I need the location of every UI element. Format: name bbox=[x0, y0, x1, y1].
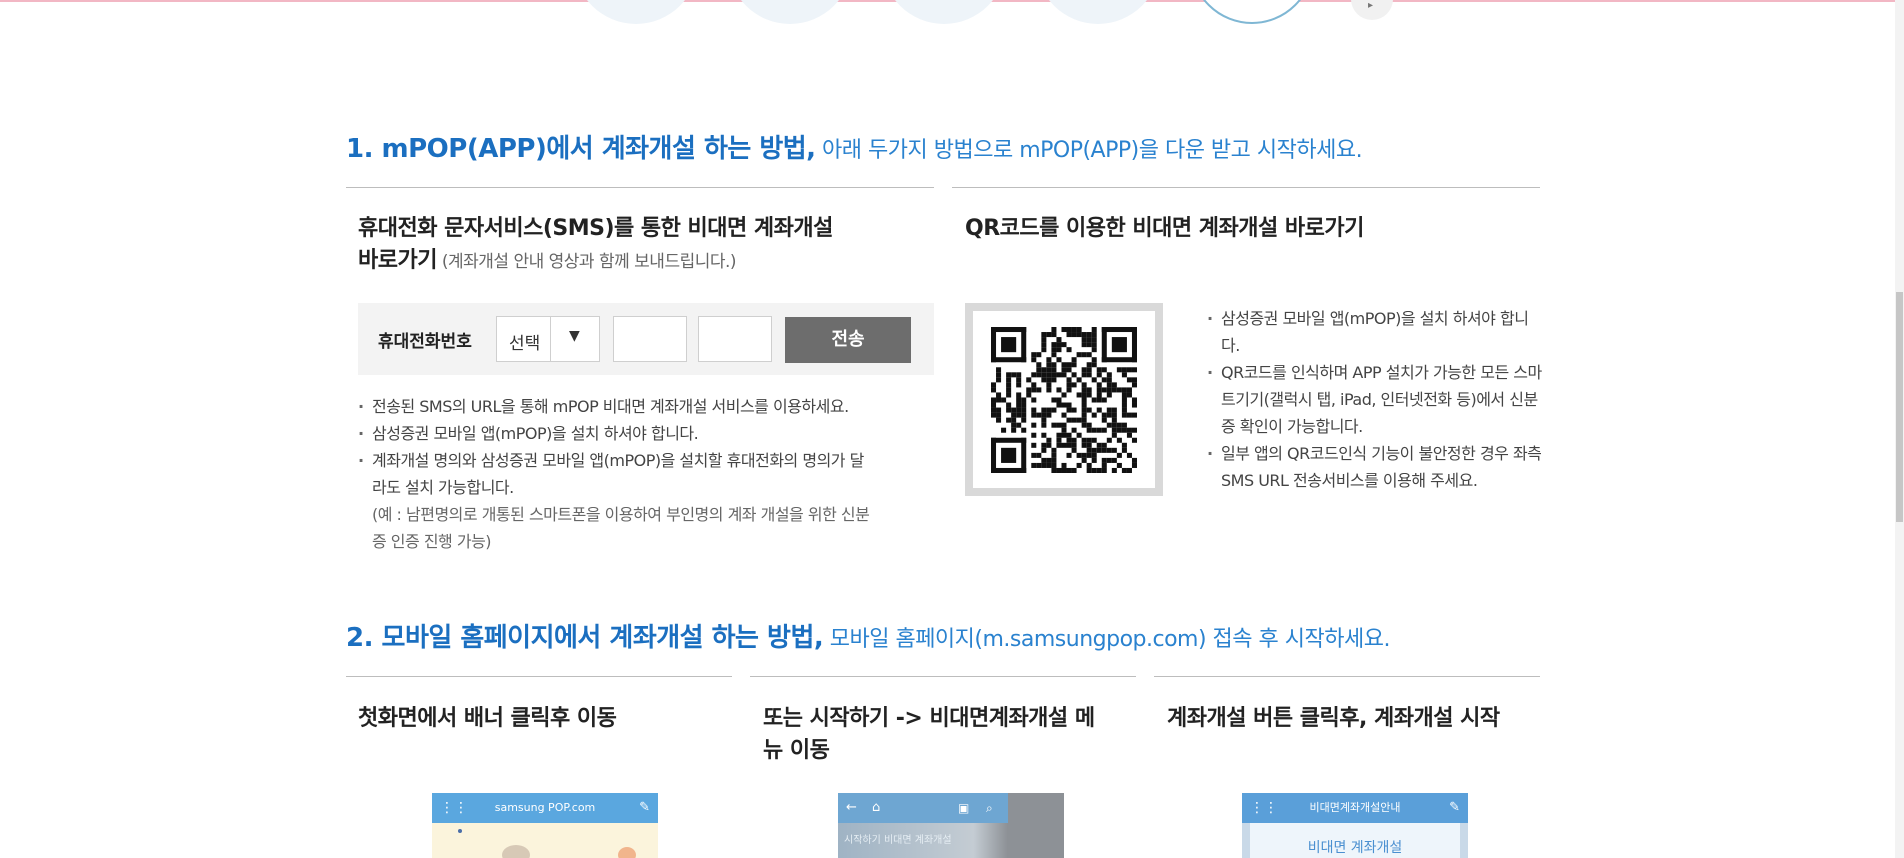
sms-panel-title: 휴대전화 문자서비스(SMS)를 통한 비대면 계좌개설 바로가기 (계좌개설 … bbox=[358, 213, 918, 278]
divider bbox=[346, 676, 732, 677]
grid-menu-icon: ⋮⋮ bbox=[440, 800, 468, 816]
section-2-subtitle: 모바일 홈페이지(m.samsungpop.com) 접속 후 시작하세요. bbox=[823, 627, 1391, 652]
sms-title-line2: 바로가기 bbox=[358, 248, 437, 273]
section-2-title: 2. 모바일 홈페이지에서 계좌개설 하는 방법, 모바일 홈페이지(m.sam… bbox=[346, 617, 1390, 654]
divider bbox=[1154, 676, 1540, 677]
step-indicator: ▸ bbox=[0, 0, 1904, 40]
search-icon: ⌕ bbox=[986, 801, 993, 815]
step-circle-active[interactable] bbox=[1190, 0, 1314, 24]
sms-send-form: 휴대전화번호 선택 ▼ 전송 bbox=[358, 303, 934, 375]
preview-page-title: 비대면계좌개설안내 bbox=[1309, 801, 1401, 814]
preview-heading: 비대면 계좌개설 bbox=[1307, 840, 1403, 856]
edit-icon: ✎ bbox=[639, 800, 650, 815]
phone-middle-input[interactable] bbox=[613, 316, 687, 362]
step-circle[interactable] bbox=[574, 0, 698, 24]
column-1-title: 첫화면에서 배너 클릭후 이동 bbox=[358, 706, 617, 731]
send-button[interactable]: 전송 bbox=[785, 317, 911, 363]
select-arrow[interactable]: ▼ bbox=[550, 317, 599, 361]
qr-code-frame bbox=[965, 303, 1163, 496]
back-arrow-icon: ← bbox=[846, 800, 857, 815]
carrier-select[interactable]: 선택 ▼ bbox=[496, 316, 600, 362]
qr-panel-title: QR코드를 이용한 비대면 계좌개설 바로가기 bbox=[965, 213, 1364, 245]
chevron-right-icon: ▸ bbox=[1368, 0, 1374, 11]
list-item: 일부 앱의 QR코드인식 기능이 불안정한 경우 좌측 SMS URL 전송서비… bbox=[1207, 440, 1545, 494]
step-circle[interactable] bbox=[1036, 0, 1160, 24]
preview-brand-text: samsung POP.com bbox=[494, 801, 596, 814]
list-item-text: 계좌개설 명의와 삼성증권 모바일 앱(mPOP)을 설치할 휴대전화의 명의가… bbox=[372, 451, 864, 497]
scrollbar-thumb[interactable] bbox=[1896, 292, 1903, 522]
list-item: 삼성증권 모바일 앱(mPOP)을 설치 하셔야 합니다. bbox=[1207, 305, 1545, 359]
list-item: 계좌개설 명의와 삼성증권 모바일 앱(mPOP)을 설치할 휴대전화의 명의가… bbox=[358, 447, 872, 555]
list-item: 삼성증권 모바일 앱(mPOP)을 설치 하셔야 합니다. bbox=[358, 420, 918, 447]
next-step-button[interactable]: ▸ bbox=[1351, 0, 1393, 20]
home-icon: ⌂ bbox=[872, 800, 881, 815]
phone-last-input[interactable] bbox=[698, 316, 772, 362]
step-circle[interactable] bbox=[882, 0, 1006, 24]
column-title: 첫화면에서 배너 클릭후 이동 bbox=[358, 703, 728, 735]
section-1-title: 1. mPOP(APP)에서 계좌개설 하는 방법, 아래 두가지 방법으로 m… bbox=[346, 128, 1363, 165]
section-1-heading: 1. mPOP(APP)에서 계좌개설 하는 방법, bbox=[346, 134, 816, 164]
lock-icon: ▣ bbox=[958, 801, 970, 815]
divider bbox=[952, 187, 1540, 188]
sms-notes-list: 전송된 SMS의 URL을 통해 mPOP 비대면 계좌개설 서비스를 이용하세… bbox=[358, 393, 918, 555]
divider bbox=[750, 676, 1136, 677]
column-title: 계좌개설 버튼 클릭후, 계좌개설 시작 bbox=[1167, 703, 1537, 735]
column-2-title: 또는 시작하기 -> 비대면계좌개설 메뉴 이동 bbox=[763, 706, 1095, 763]
caret-down-icon: ▼ bbox=[569, 328, 580, 344]
carrier-select-value: 선택 bbox=[509, 334, 541, 354]
list-item: QR코드를 인식하며 APP 설치가 가능한 모든 스마트기기(갤럭시 탭, i… bbox=[1207, 359, 1545, 440]
scrollbar[interactable] bbox=[1895, 0, 1904, 858]
section-1-subtitle: 아래 두가지 방법으로 mPOP(APP)을 다운 받고 시작하세요. bbox=[815, 138, 1363, 163]
preview-menu-screen: ← ⌂ ▣ ⌕ 시작하기 비대면 계좌개설 bbox=[838, 793, 1064, 858]
qr-code-image bbox=[991, 327, 1137, 473]
step-circle[interactable] bbox=[728, 0, 852, 24]
list-item-note: (예 : 남편명의로 개통된 스마트폰을 이용하여 부인명의 계좌 개설을 위한… bbox=[372, 505, 870, 551]
preview-account-open-screen: ⋮⋮ 비대면계좌개설안내 ✎ 비대면 계좌개설 bbox=[1242, 793, 1468, 858]
list-item: 전송된 SMS의 URL을 통해 mPOP 비대면 계좌개설 서비스를 이용하세… bbox=[358, 393, 918, 420]
edit-icon: ✎ bbox=[1449, 800, 1460, 815]
column-title: 또는 시작하기 -> 비대면계좌개설 메뉴 이동 bbox=[763, 703, 1103, 767]
divider bbox=[346, 187, 934, 188]
phone-number-label: 휴대전화번호 bbox=[378, 332, 472, 352]
grid-menu-icon: ⋮⋮ bbox=[1250, 800, 1278, 816]
column-3-title: 계좌개설 버튼 클릭후, 계좌개설 시작 bbox=[1167, 706, 1500, 731]
sms-title-line1: 휴대전화 문자서비스(SMS)를 통한 비대면 계좌개설 bbox=[358, 216, 833, 241]
preview-home-screen: ⋮⋮ samsung POP.com ✎ bbox=[432, 793, 658, 858]
qr-notes-list: 삼성증권 모바일 앱(mPOP)을 설치 하셔야 합니다. QR코드를 인식하며… bbox=[1207, 305, 1545, 494]
qr-title: QR코드를 이용한 비대면 계좌개설 바로가기 bbox=[965, 216, 1364, 241]
sms-title-note: (계좌개설 안내 영상과 함께 보내드립니다.) bbox=[436, 252, 737, 272]
section-2-heading: 2. 모바일 홈페이지에서 계좌개설 하는 방법, bbox=[346, 623, 824, 653]
